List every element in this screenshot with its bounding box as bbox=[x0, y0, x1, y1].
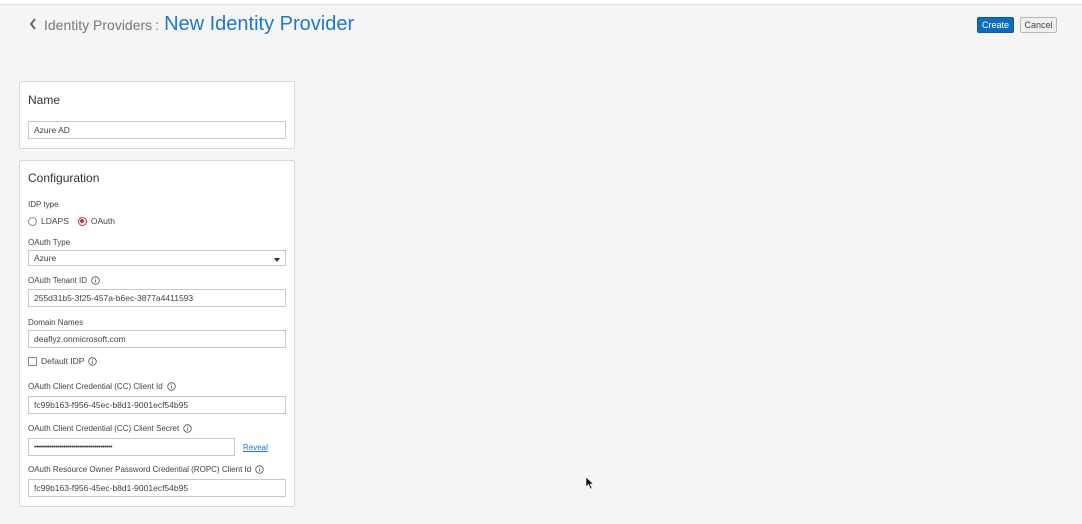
reveal-link[interactable]: Reveal bbox=[243, 443, 268, 452]
cc-client-id-label-text: OAuth Client Credential (CC) Client Id bbox=[28, 382, 163, 391]
radio-ldaps-label[interactable]: LDAPS bbox=[41, 216, 69, 226]
domain-names-label: Domain Names bbox=[28, 318, 83, 327]
mouse-pointer-icon bbox=[585, 476, 595, 490]
info-icon[interactable] bbox=[167, 382, 176, 391]
configuration-section-title: Configuration bbox=[28, 171, 100, 185]
name-section-title: Name bbox=[28, 93, 61, 107]
name-panel: Name Azure AD bbox=[19, 81, 295, 149]
info-icon[interactable] bbox=[91, 276, 100, 285]
cc-client-secret-label-text: OAuth Client Credential (CC) Client Secr… bbox=[28, 424, 180, 433]
info-icon[interactable] bbox=[255, 465, 264, 474]
cc-client-id-input[interactable]: fc99b163-f956-45ec-b8d1-9001ecf54b95 bbox=[28, 396, 286, 414]
ropc-client-id-label-text: OAuth Resource Owner Password Credential… bbox=[28, 465, 252, 474]
oauth-type-selected-value: Azure bbox=[34, 253, 57, 263]
default-idp-checkbox[interactable] bbox=[28, 356, 37, 366]
ropc-client-id-input[interactable]: fc99b163-f956-45ec-b8d1-9001ecf54b95 bbox=[28, 479, 286, 497]
radio-oauth-label[interactable]: OAuth bbox=[91, 216, 115, 226]
radio-oauth[interactable] bbox=[77, 216, 87, 226]
breadcrumb-parent[interactable]: Identity Providers bbox=[44, 17, 152, 33]
name-input[interactable]: Azure AD bbox=[28, 121, 286, 139]
domain-names-label-text: Domain Names bbox=[28, 318, 84, 327]
default-idp-label[interactable]: Default IDP bbox=[41, 356, 84, 366]
oauth-type-label-text: OAuth Type bbox=[28, 238, 71, 247]
radio-ldaps[interactable] bbox=[28, 216, 37, 226]
page-title: New Identity Provider bbox=[164, 13, 355, 35]
chevron-down-icon bbox=[274, 258, 280, 262]
create-button[interactable]: Create bbox=[977, 17, 1014, 33]
tenant-id-label-text: OAuth Tenant ID bbox=[28, 276, 87, 285]
domain-names-input[interactable]: deaflyz.onmicrosoft.com bbox=[28, 330, 286, 348]
cc-client-secret-label: OAuth Client Credential (CC) Client Secr… bbox=[28, 424, 192, 433]
cancel-button[interactable]: Cancel bbox=[1020, 17, 1057, 33]
oauth-type-select[interactable]: Azure bbox=[28, 250, 286, 266]
idp-type-label-text: IDP type bbox=[28, 200, 59, 209]
tenant-id-input[interactable]: 255d31b5-3f25-457a-b6ec-3877a4411593 bbox=[28, 289, 286, 307]
idp-type-radio-group: LDAPS OAuth bbox=[28, 216, 124, 226]
chevron-left-icon[interactable] bbox=[28, 17, 38, 31]
oauth-type-label: OAuth Type bbox=[28, 238, 70, 247]
ropc-client-id-label: OAuth Resource Owner Password Credential… bbox=[28, 465, 264, 474]
page-header: Identity Providers : New Identity Provid… bbox=[28, 13, 354, 39]
info-icon[interactable] bbox=[183, 424, 192, 433]
default-idp-row: Default IDP bbox=[28, 356, 98, 366]
cc-client-id-label: OAuth Client Credential (CC) Client Id bbox=[28, 382, 176, 391]
info-icon[interactable] bbox=[88, 356, 98, 366]
tenant-id-label: OAuth Tenant ID bbox=[28, 276, 100, 285]
idp-type-label: IDP type bbox=[28, 200, 59, 209]
cc-client-secret-input[interactable]: •••••••••••••••••••••••••••••••••••••••• bbox=[28, 438, 235, 456]
top-bar bbox=[0, 0, 1082, 5]
breadcrumb-separator: : bbox=[155, 17, 160, 33]
configuration-panel: Configuration IDP type LDAPS OAuth OAuth… bbox=[19, 160, 295, 507]
header-actions: Create Cancel bbox=[977, 17, 1057, 33]
